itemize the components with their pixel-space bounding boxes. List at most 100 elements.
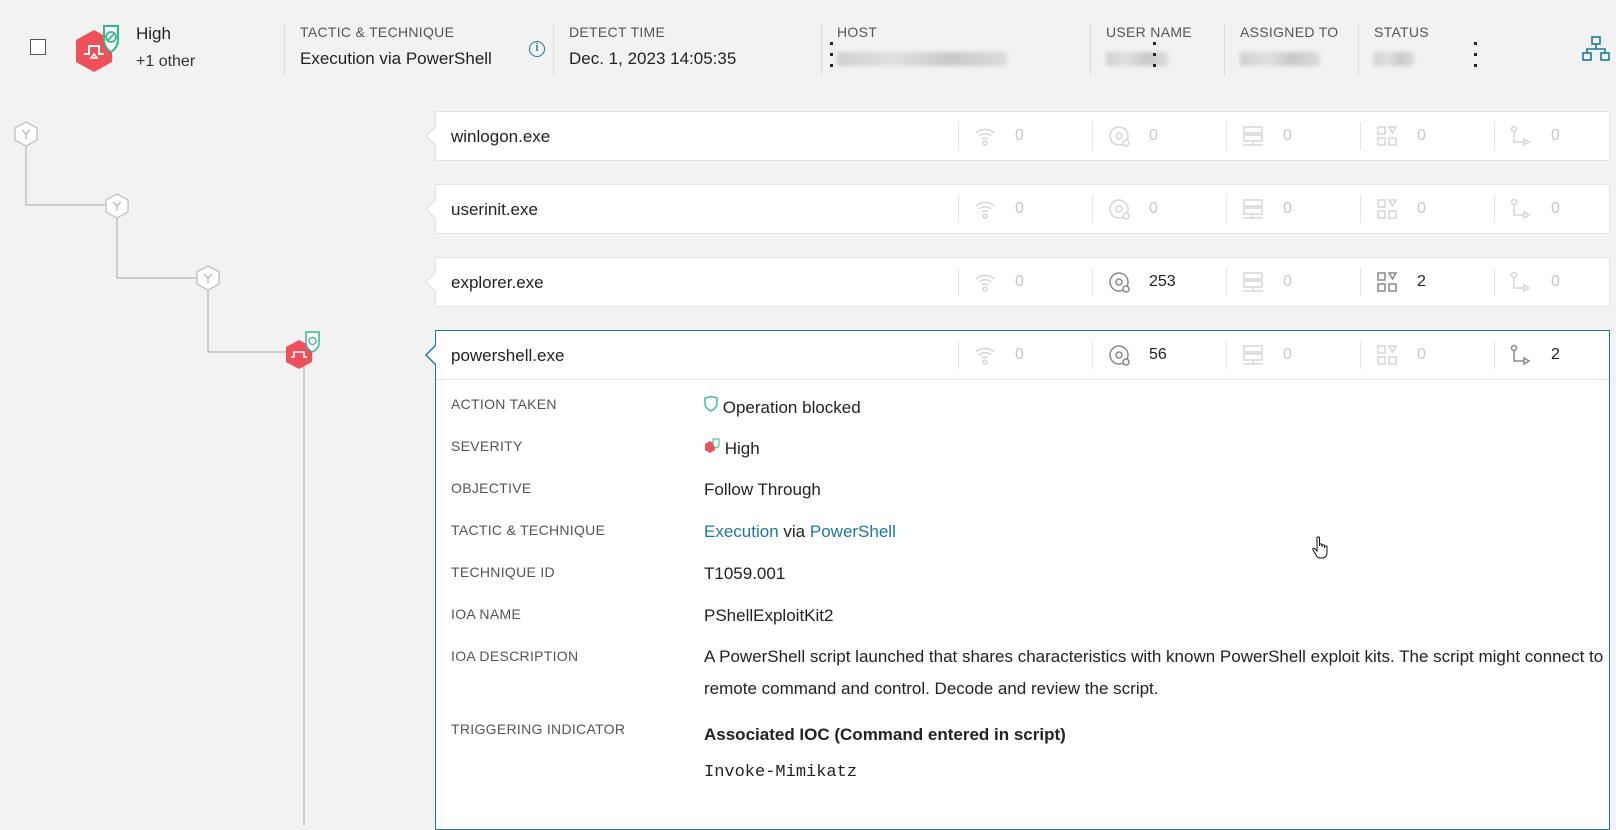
process-tree-icon[interactable] [1582, 36, 1610, 62]
registry-metric[interactable]: 0 [1226, 268, 1360, 296]
detect-time-value: Dec. 1, 2023 14:05:35 [569, 49, 737, 68]
registry-icon [1243, 126, 1263, 146]
process-flow-icon [1510, 344, 1531, 366]
detect-time-label: DETECT TIME [569, 24, 666, 40]
host-column: HOST [821, 24, 1091, 76]
process-flow-icon [1510, 198, 1531, 220]
tactic-link[interactable]: Execution [704, 522, 779, 541]
disk-icon [1109, 272, 1130, 293]
network-count: 0 [1015, 273, 1024, 290]
disk-count: 253 [1149, 273, 1176, 290]
registry-metric[interactable]: 0 [1226, 122, 1360, 150]
detect-time-column: DETECT TIME Dec. 1, 2023 14:05:35 [553, 24, 821, 76]
process-flow-metric[interactable]: 0 [1494, 195, 1616, 223]
triggering-indicator-label: TRIGGERING INDICATOR [451, 721, 626, 737]
disk-icon [1109, 199, 1130, 220]
network-count: 0 [1015, 127, 1024, 144]
tree-node-icon[interactable] [105, 193, 129, 219]
tree-node-high-severity-icon[interactable] [286, 331, 320, 369]
disk-metric[interactable]: 0 [1092, 195, 1226, 223]
apps-icon [1377, 199, 1398, 219]
status-menu-dots[interactable] [1474, 42, 1478, 75]
disk-icon [1109, 126, 1130, 147]
process-name: explorer.exe [451, 273, 544, 292]
severity-label: SEVERITY [451, 438, 523, 454]
apps-metric[interactable]: 0 [1360, 195, 1494, 223]
info-icon[interactable]: i [529, 41, 545, 57]
network-metric[interactable]: 0 [958, 195, 1092, 223]
apps-count: 0 [1417, 127, 1426, 144]
severity-text: High [724, 439, 760, 458]
technique-id-label: TECHNIQUE ID [451, 564, 555, 580]
host-menu-dots[interactable] [830, 42, 834, 75]
apps-metric[interactable]: 0 [1360, 122, 1494, 150]
registry-metric[interactable]: 0 [1226, 195, 1360, 223]
apps-icon [1377, 126, 1398, 146]
process-row-powershell[interactable]: powershell.exe 0 56 0 0 2 ACTION TAKEN O… [425, 330, 1610, 830]
severity-other[interactable]: +1 other [136, 53, 195, 71]
objective-link[interactable]: Follow Through [704, 480, 821, 500]
triggering-indicator-value: Invoke-Mimikatz [704, 763, 858, 782]
network-icon [975, 128, 995, 146]
registry-metric[interactable]: 0 [1226, 341, 1360, 369]
tactic-via: via [783, 522, 806, 541]
user-value-redacted [1106, 52, 1168, 66]
tactic-header-value: Execution via PowerShell [300, 49, 492, 68]
select-checkbox[interactable] [30, 39, 46, 55]
network-metric[interactable]: 0 [958, 268, 1092, 296]
network-icon [975, 201, 995, 219]
apps-count: 2 [1417, 273, 1426, 290]
tactic-column: TACTIC & TECHNIQUE Execution via PowerSh… [284, 24, 556, 76]
disk-metric[interactable]: 253 [1092, 268, 1226, 296]
ioa-name-value: PShellExploitKit2 [704, 606, 834, 625]
apps-metric[interactable]: 0 [1360, 341, 1494, 369]
disk-metric[interactable]: 0 [1092, 122, 1226, 150]
process-name: userinit.exe [451, 200, 538, 219]
ioa-name-label: IOA NAME [451, 606, 522, 622]
process-name: winlogon.exe [451, 127, 551, 146]
process-tree-lines [14, 121, 320, 825]
process-name: powershell.exe [451, 346, 565, 365]
process-row-winlogon[interactable]: winlogon.exe 0 0 0 0 0 [425, 111, 1610, 161]
disk-count: 0 [1149, 127, 1158, 144]
tree-node-icon[interactable] [14, 121, 38, 147]
process-row-explorer[interactable]: explorer.exe 0 253 0 2 0 [425, 257, 1610, 307]
severity-high-icon [705, 438, 720, 453]
registry-count: 0 [1283, 273, 1292, 290]
apps-count: 0 [1417, 346, 1426, 363]
registry-count: 0 [1283, 127, 1292, 144]
process-flow-count: 0 [1551, 200, 1560, 217]
registry-icon [1243, 272, 1263, 292]
triggering-indicator-heading: Associated IOC (Command entered in scrip… [704, 725, 1066, 744]
divider [436, 379, 1609, 380]
network-icon [975, 347, 995, 365]
assigned-value-redacted [1240, 52, 1320, 66]
disk-metric[interactable]: 56 [1092, 341, 1226, 369]
registry-count: 0 [1283, 200, 1292, 217]
ioa-description-label: IOA DESCRIPTION [451, 648, 579, 664]
action-taken-label: ACTION TAKEN [451, 396, 557, 412]
apps-metric[interactable]: 2 [1360, 268, 1494, 296]
registry-icon [1243, 199, 1263, 219]
registry-count: 0 [1283, 346, 1292, 363]
network-metric[interactable]: 0 [958, 122, 1092, 150]
disk-count: 56 [1149, 346, 1167, 363]
user-column: USER NAME [1090, 24, 1224, 76]
network-metric[interactable]: 0 [958, 341, 1092, 369]
user-menu-dots[interactable] [1153, 42, 1157, 75]
process-flow-count: 0 [1551, 127, 1560, 144]
technique-id-value: T1059.001 [704, 564, 786, 583]
process-flow-icon [1510, 271, 1531, 293]
process-flow-count: 0 [1551, 273, 1560, 290]
status-value-redacted [1374, 52, 1414, 66]
process-row-userinit[interactable]: userinit.exe 0 0 0 0 0 [425, 184, 1610, 234]
process-flow-metric[interactable]: 2 [1494, 341, 1616, 369]
detection-header: High +1 other TACTIC & TECHNIQUE Executi… [0, 0, 1616, 102]
network-count: 0 [1015, 200, 1024, 217]
process-flow-metric[interactable]: 0 [1494, 122, 1616, 150]
tree-node-icon[interactable] [196, 265, 220, 291]
technique-link[interactable]: PowerShell [810, 522, 896, 541]
process-flow-count: 2 [1551, 346, 1560, 363]
process-flow-metric[interactable]: 0 [1494, 268, 1616, 296]
severity-value: High [704, 438, 760, 459]
